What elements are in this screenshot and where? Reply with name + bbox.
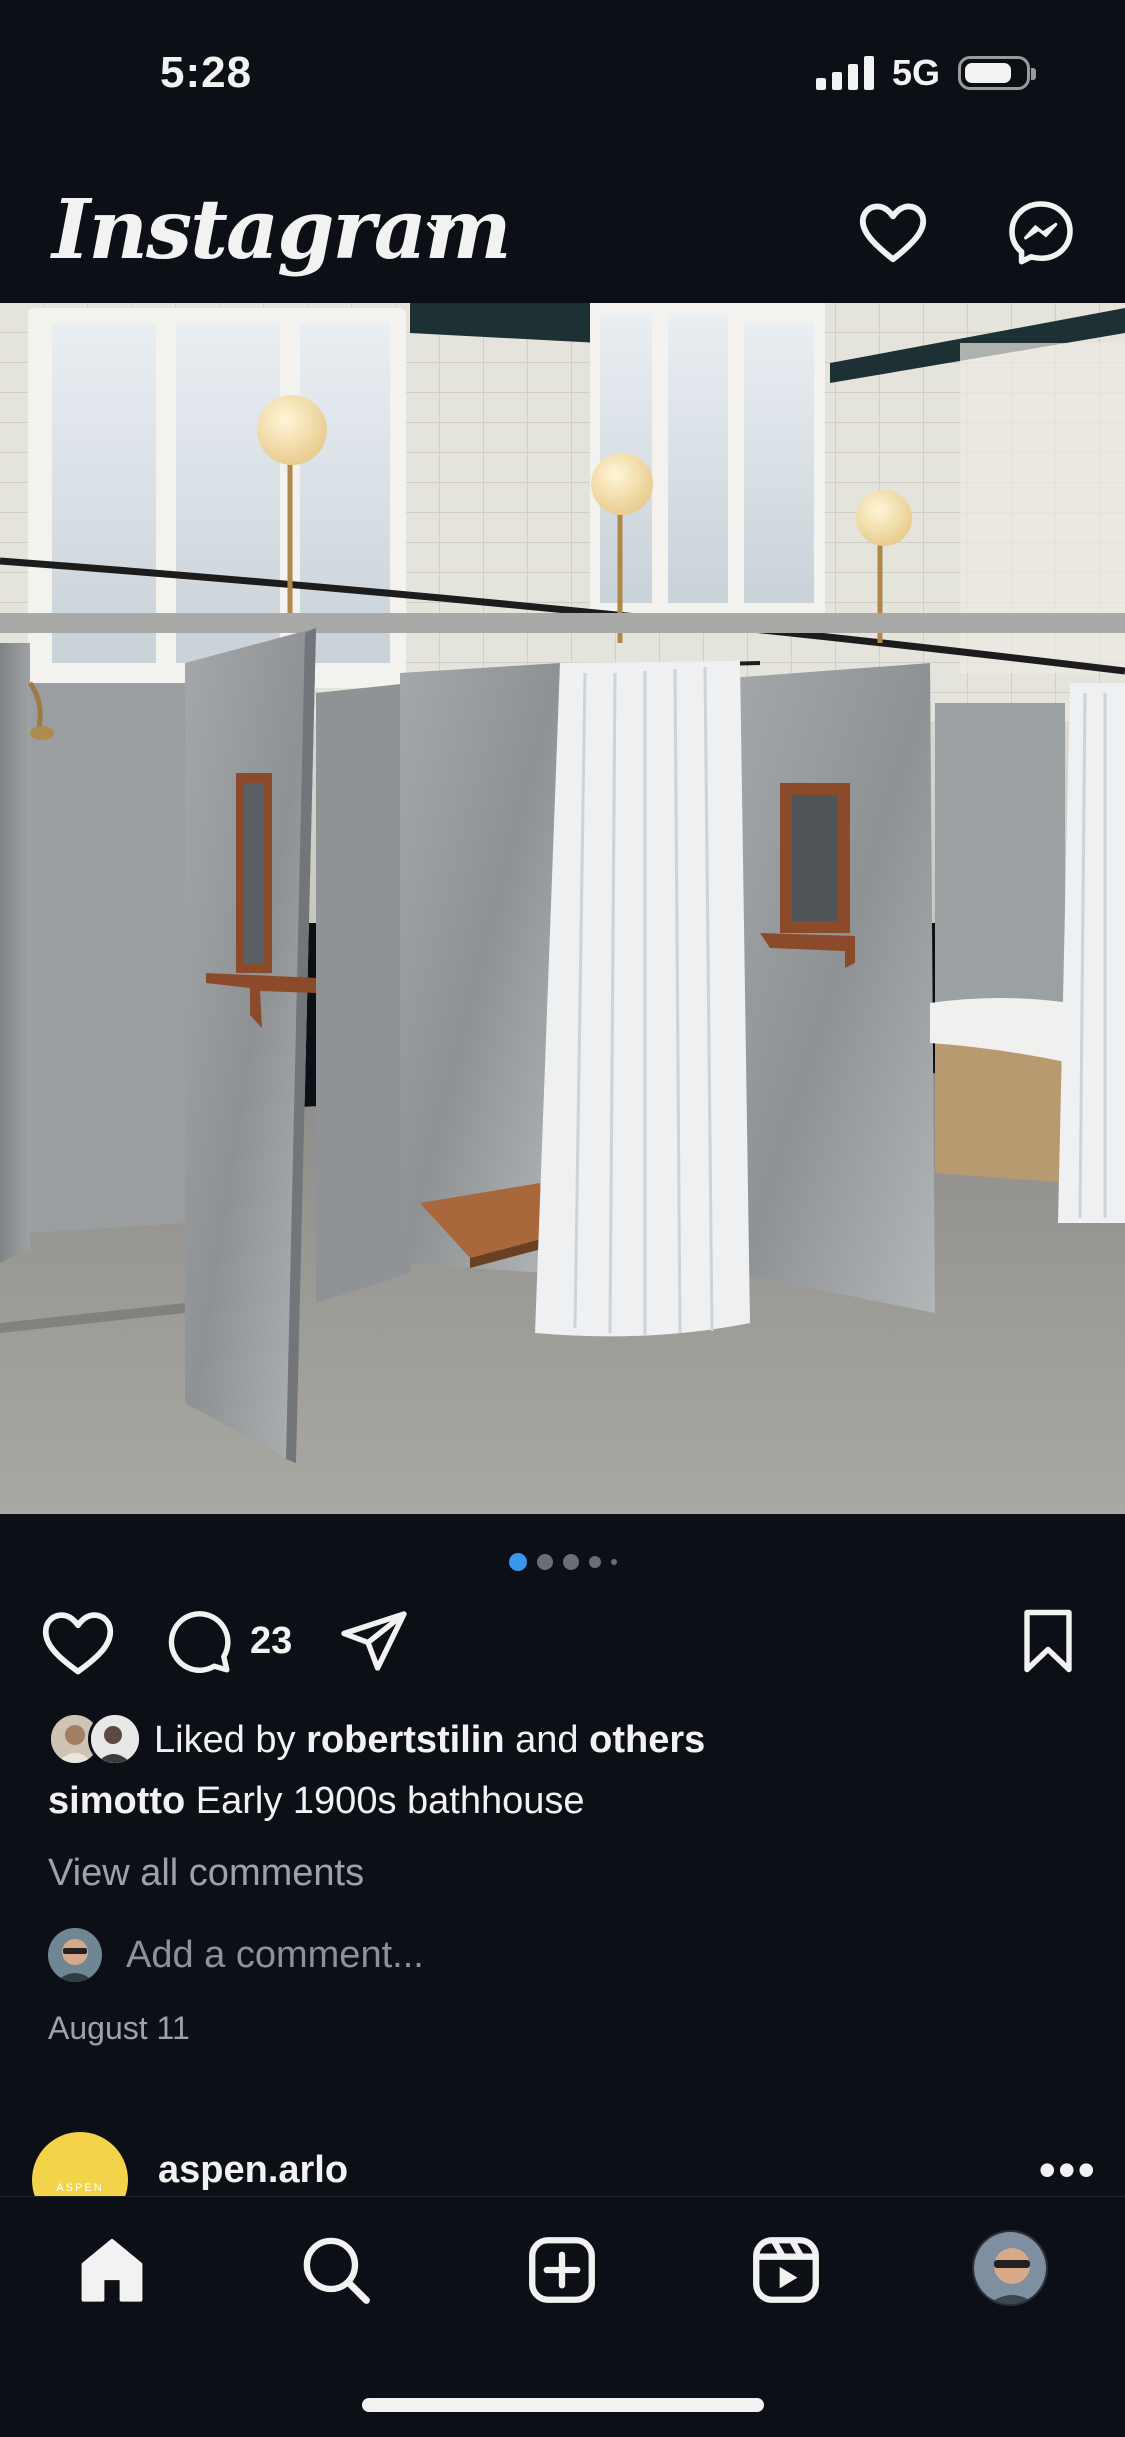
battery-icon — [958, 56, 1036, 90]
more-options-icon[interactable]: ••• — [1038, 2145, 1097, 2195]
add-comment-row[interactable]: Add a comment... — [48, 1928, 424, 1982]
carousel-dot — [508, 1553, 527, 1571]
post-caption: simotto Early 1900s bathhouse — [48, 1780, 585, 1823]
messenger-icon[interactable] — [1004, 196, 1078, 270]
status-icons: 5G — [815, 52, 1036, 94]
likes-summary[interactable]: Liked by robertstilin and others — [48, 1712, 705, 1768]
home-icon[interactable] — [74, 2232, 150, 2308]
add-comment-input[interactable]: Add a comment... — [126, 1934, 424, 1977]
comment-count[interactable]: 23 — [250, 1620, 292, 1663]
status-time: 5:28 — [160, 48, 253, 97]
carousel-dot — [536, 1554, 553, 1570]
liker-avatars — [48, 1712, 148, 1768]
chevron-down-icon[interactable] — [425, 218, 457, 242]
bathhouse-photo — [0, 303, 1125, 1514]
like-icon[interactable] — [40, 1608, 116, 1678]
post-image[interactable] — [0, 303, 1125, 1514]
signal-icon — [815, 56, 874, 90]
create-icon[interactable] — [524, 2232, 600, 2308]
liker-avatar — [88, 1712, 142, 1766]
network-label: 5G — [891, 52, 940, 93]
caption-text: Early 1900s bathhouse — [195, 1780, 585, 1822]
carousel-dot — [562, 1554, 579, 1570]
carousel-dot — [588, 1556, 601, 1568]
caption-username[interactable]: simotto — [48, 1780, 185, 1822]
liked-by-and: and — [515, 1718, 579, 1761]
bookmark-icon[interactable] — [1012, 1605, 1084, 1677]
search-icon[interactable] — [298, 2232, 374, 2308]
comment-icon[interactable] — [162, 1605, 234, 1677]
home-indicator — [362, 2398, 764, 2412]
post-date: August 11 — [48, 2010, 190, 2046]
liked-by-user[interactable]: robertstilin — [306, 1719, 504, 1762]
liked-by-text: Liked by — [154, 1718, 296, 1761]
next-post-username[interactable]: aspen.arlo — [158, 2149, 348, 2192]
reels-icon[interactable] — [748, 2232, 824, 2308]
share-icon[interactable] — [338, 1605, 410, 1677]
carousel-dot — [610, 1559, 617, 1565]
heart-icon[interactable] — [856, 196, 930, 270]
view-all-comments-link[interactable]: View all comments — [48, 1852, 364, 1895]
liked-by-others[interactable]: others — [589, 1719, 705, 1762]
carousel-indicator — [0, 1553, 1125, 1571]
user-avatar — [48, 1928, 102, 1982]
profile-avatar[interactable] — [972, 2230, 1048, 2306]
